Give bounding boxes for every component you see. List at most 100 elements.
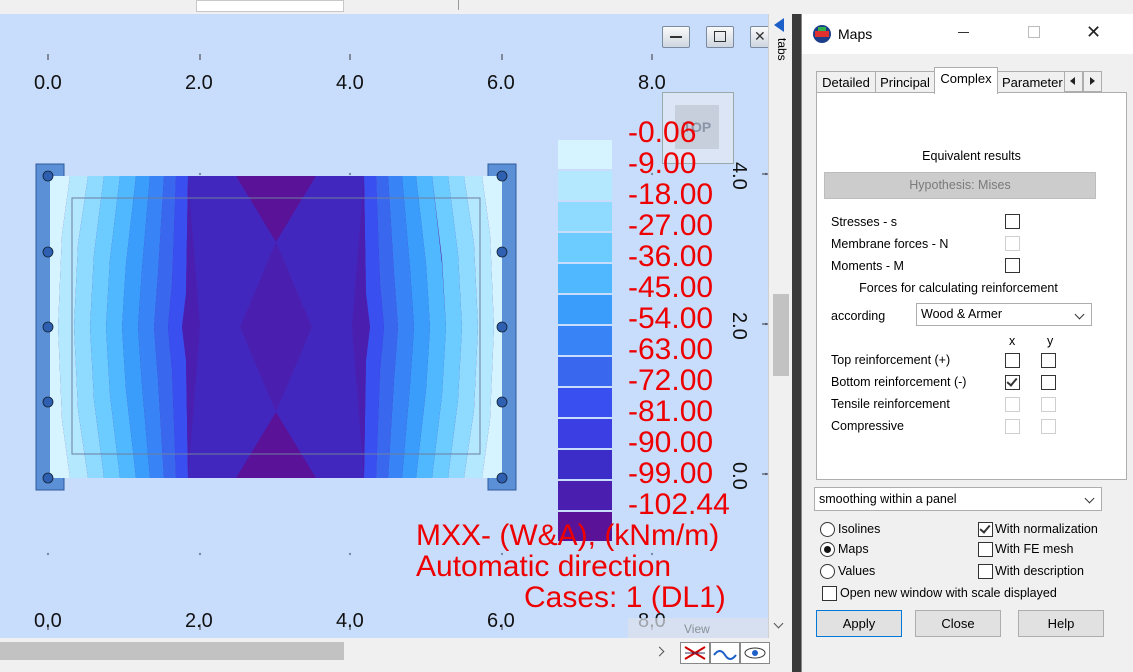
legend-value: -63.00 — [628, 333, 714, 366]
close-icon: ✕ — [754, 28, 766, 44]
chevron-down-icon — [1084, 493, 1095, 504]
minimize-button[interactable] — [662, 26, 690, 48]
stresses-label: Stresses - s — [831, 215, 897, 229]
ruler-right-1: 2.0 — [728, 312, 750, 340]
legend-value: -9.00 — [628, 147, 697, 180]
complex-tab-panel: Equivalent results Hypothesis: Mises Str… — [816, 92, 1127, 480]
ruler-bottom-2: 4.0 — [336, 610, 364, 632]
compressive-label: Compressive — [831, 419, 904, 433]
model-viewport[interactable]: 0.0 2.0 4.0 6.0 8.0 0.0 2.0 4.0 6.0 8.0 … — [0, 14, 768, 638]
hypothesis-button[interactable]: Hypothesis: Mises — [824, 172, 1096, 199]
tensile-x-checkbox[interactable] — [1005, 397, 1020, 412]
eye-toggle-button[interactable] — [740, 642, 770, 664]
moments-checkbox[interactable] — [1005, 258, 1020, 273]
horizontal-scrollbar[interactable] — [0, 638, 770, 672]
ruler-top-0: 0.0 — [34, 72, 62, 94]
side-tabs[interactable]: tabs — [770, 14, 792, 94]
normalization-label: With normalization — [995, 522, 1098, 536]
equivalent-results-label: Equivalent results — [922, 149, 1021, 163]
top-reinforcement-x-checkbox[interactable] — [1005, 353, 1020, 368]
forces-heading: Forces for calculating reinforcement — [859, 281, 1058, 295]
legend-swatch — [558, 450, 612, 479]
according-select[interactable]: Wood & Armer — [916, 303, 1092, 326]
top-toolbar-strip — [0, 0, 800, 15]
tab-complex[interactable]: Complex — [934, 67, 998, 94]
dialog-maximize-icon[interactable] — [1028, 26, 1040, 38]
arrow-left-icon — [1070, 77, 1075, 85]
dialog-minimize-icon[interactable] — [958, 32, 969, 33]
bottom-reinforcement-x-checkbox[interactable] — [1005, 375, 1020, 390]
tab-detailed[interactable]: Detailed — [816, 71, 876, 93]
membrane-forces-checkbox[interactable] — [1005, 236, 1020, 251]
ruler-top-3: 6.0 — [487, 72, 515, 94]
maps-dialog: Maps ✕ Detailed Principal Complex Parame… — [801, 14, 1133, 672]
legend-swatch — [558, 264, 612, 293]
legend-swatch — [558, 171, 612, 200]
horizontal-scrollbar-thumb[interactable] — [0, 642, 344, 660]
stresses-checkbox[interactable] — [1005, 214, 1020, 229]
vertical-scrollbar-thumb[interactable] — [773, 294, 789, 376]
view-label: View — [684, 622, 710, 636]
legend-swatches — [558, 140, 612, 541]
maps-radio[interactable] — [820, 542, 835, 557]
view-overlay: View — [628, 618, 768, 638]
tab-scroll-right-button[interactable] — [1083, 71, 1102, 92]
tab-scroll-left-button[interactable] — [1064, 71, 1083, 92]
apply-button[interactable]: Apply — [816, 610, 902, 637]
legend-value: -36.00 — [628, 240, 714, 273]
legend-value: -81.00 — [628, 395, 714, 428]
legend-swatch — [558, 233, 612, 262]
mesh-toggle-button[interactable] — [680, 642, 710, 664]
legend-value: -99.00 — [628, 457, 714, 490]
legend-value: -27.00 — [628, 209, 714, 242]
top-reinforcement-y-checkbox[interactable] — [1041, 353, 1056, 368]
help-button[interactable]: Help — [1018, 610, 1104, 637]
tensile-y-checkbox[interactable] — [1041, 397, 1056, 412]
restore-button[interactable] — [706, 26, 734, 48]
dialog-close-icon[interactable]: ✕ — [1086, 22, 1101, 43]
isolines-radio[interactable] — [820, 522, 835, 537]
top-reinforcement-label: Top reinforcement (+) — [831, 353, 951, 367]
compressive-x-checkbox[interactable] — [1005, 419, 1020, 434]
legend-swatch — [558, 481, 612, 510]
result-caption-line1: MXX- (W&A), (kNm/m) — [416, 519, 720, 552]
check-icon — [1006, 375, 1018, 387]
membrane-forces-label: Membrane forces - N — [831, 237, 949, 251]
legend-value: -72.00 — [628, 364, 714, 397]
scroll-down-arrow-icon[interactable] — [773, 618, 784, 629]
vertical-scrollbar[interactable] — [768, 14, 793, 638]
normalization-checkbox[interactable] — [978, 522, 993, 537]
wave-icon — [713, 650, 737, 660]
close-view-button[interactable]: ✕ — [750, 26, 768, 48]
smoothing-value: smoothing within a panel — [819, 492, 957, 506]
close-button[interactable]: Close — [915, 610, 1001, 637]
open-new-window-checkbox[interactable] — [822, 586, 837, 601]
fe-mesh-checkbox[interactable] — [978, 542, 993, 557]
description-checkbox[interactable] — [978, 564, 993, 579]
wave-toggle-button[interactable] — [710, 642, 740, 664]
scroll-right-arrow-icon[interactable] — [654, 646, 665, 657]
tab-principal[interactable]: Principal — [875, 71, 935, 93]
arrow-right-icon — [1090, 77, 1095, 85]
tab-parameter[interactable]: Parameter — [997, 71, 1069, 93]
ruler-right-0: 4.0 — [728, 162, 750, 190]
minimize-icon — [670, 36, 682, 38]
column-y-label: y — [1047, 334, 1054, 348]
legend-value: -54.00 — [628, 302, 714, 335]
toolbar-combo[interactable] — [196, 0, 344, 12]
ruler-bottom-3: 6.0 — [487, 610, 515, 632]
legend-value: -90.00 — [628, 426, 714, 459]
compressive-y-checkbox[interactable] — [1041, 419, 1056, 434]
legend-value: -102.44 — [628, 488, 730, 521]
legend-swatch — [558, 357, 612, 386]
smoothing-select[interactable]: smoothing within a panel — [814, 487, 1102, 511]
collapse-arrow-icon[interactable] — [774, 18, 784, 32]
ruler-top-2: 4.0 — [336, 72, 364, 94]
toolbar-icon[interactable] — [150, 0, 160, 10]
legend-value: -18.00 — [628, 178, 714, 211]
moments-label: Moments - M — [831, 259, 904, 273]
ruler-right-2: 0.0 — [728, 462, 750, 490]
bottom-reinforcement-y-checkbox[interactable] — [1041, 375, 1056, 390]
values-radio[interactable] — [820, 564, 835, 579]
ruler-bottom-1: 2.0 — [185, 610, 213, 632]
